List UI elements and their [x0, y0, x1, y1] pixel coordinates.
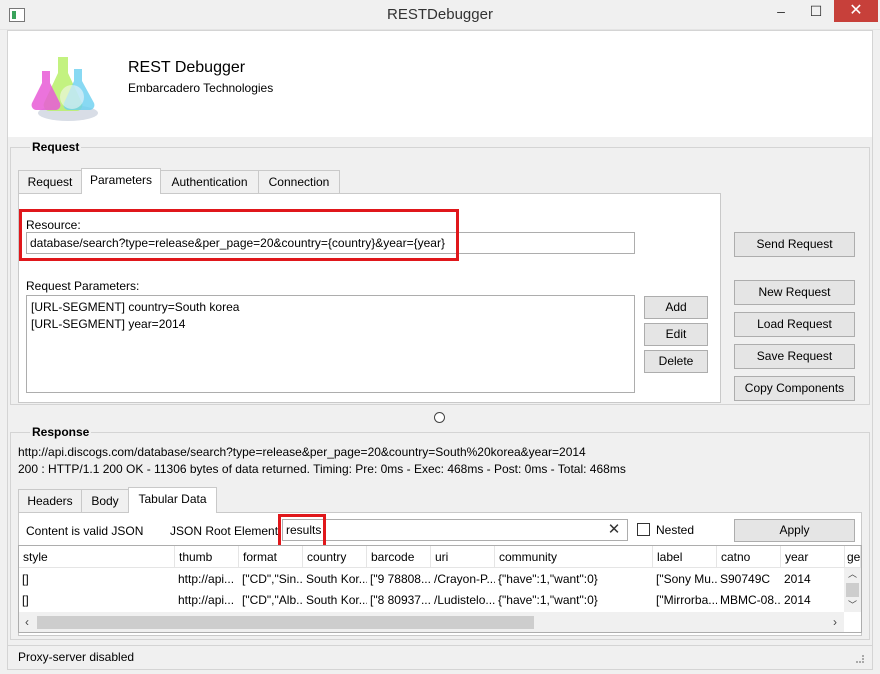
tab-tabular-data[interactable]: Tabular Data [128, 487, 217, 513]
save-request-button[interactable]: Save Request [734, 344, 855, 369]
maximize-button[interactable]: ☐ [799, 0, 833, 22]
apply-button[interactable]: Apply [734, 519, 855, 542]
delete-parameter-button[interactable]: Delete [644, 350, 708, 373]
table-cell: http://api... [178, 572, 235, 586]
vertical-scroll-thumb[interactable] [846, 583, 859, 597]
tab-headers[interactable]: Headers [18, 489, 82, 513]
add-parameter-button[interactable]: Add [644, 296, 708, 319]
scroll-left-icon[interactable]: ‹ [19, 613, 35, 631]
table-cell: 2014 [784, 593, 811, 607]
column-header-country[interactable]: country [303, 546, 367, 568]
table-cell: ["CD","Alb... [242, 593, 303, 607]
column-header-year[interactable]: year [781, 546, 845, 568]
json-root-label: JSON Root Element: [170, 524, 282, 538]
table-row[interactable]: [] http://api... ["CD","Sin... South Kor… [19, 568, 844, 589]
response-group-title: Response [30, 425, 92, 439]
table-cell: ["Sony Mu... [656, 572, 717, 586]
column-header-community[interactable]: community [495, 546, 653, 568]
scroll-right-icon[interactable]: › [827, 613, 843, 631]
table-cell: ["Mirrorba... [656, 593, 717, 607]
json-root-input[interactable]: results [282, 519, 628, 541]
send-request-button[interactable]: Send Request [734, 232, 855, 257]
load-request-button[interactable]: Load Request [734, 312, 855, 337]
column-header-format[interactable]: format [239, 546, 303, 568]
app-name: REST Debugger [128, 59, 246, 76]
tab-parameters[interactable]: Parameters [81, 168, 161, 194]
resize-grip-icon[interactable] [856, 655, 864, 663]
new-request-button[interactable]: New Request [734, 280, 855, 305]
table-cell: http://api... [178, 593, 235, 607]
close-button[interactable]: ✕ [834, 0, 878, 22]
table-cell: ["8 80937... [370, 593, 431, 607]
status-bar [8, 645, 872, 669]
scroll-up-icon[interactable]: ︿ [844, 567, 861, 581]
table-cell: [] [22, 593, 29, 607]
json-root-highlight-box [278, 514, 326, 548]
column-header-genre[interactable]: ge [845, 546, 861, 568]
table-cell: [] [22, 572, 29, 586]
tab-connection[interactable]: Connection [258, 170, 340, 194]
copy-components-button[interactable]: Copy Components [734, 376, 855, 401]
column-header-uri[interactable]: uri [431, 546, 495, 568]
resource-highlight-box [19, 209, 459, 261]
request-group-title: Request [30, 140, 82, 154]
response-url: http://api.discogs.com/database/search?t… [18, 445, 586, 459]
tab-authentication[interactable]: Authentication [160, 170, 259, 194]
column-header-thumb[interactable]: thumb [175, 546, 239, 568]
table-cell: /Crayon-P... [434, 572, 495, 586]
table-cell: {"have":1,"want":0} [498, 593, 598, 607]
column-header-barcode[interactable]: barcode [367, 546, 431, 568]
nested-checkbox[interactable] [637, 523, 650, 536]
tab-body[interactable]: Body [81, 489, 129, 513]
table-cell: ["9 78808... [370, 572, 431, 586]
table-row[interactable]: [] http://api... ["CD","Alb... South Kor… [19, 589, 844, 610]
request-parameters-label: Request Parameters: [26, 279, 140, 293]
scroll-down-icon[interactable]: ﹀ [844, 598, 861, 612]
table-cell: MBMC-08... [720, 593, 781, 607]
parameter-item[interactable]: [URL-SEGMENT] country=South korea [27, 296, 634, 315]
table-cell: S90749C [720, 572, 771, 586]
edit-parameter-button[interactable]: Edit [644, 323, 708, 346]
splitter-handle[interactable] [434, 412, 445, 423]
table-cell: 2014 [784, 572, 811, 586]
table-cell: {"have":1,"want":0} [498, 572, 598, 586]
request-parameters-list[interactable]: [URL-SEGMENT] country=South korea [URL-S… [26, 295, 635, 393]
table-cell: /Ludistelo... [434, 593, 495, 607]
column-header-label[interactable]: label [653, 546, 717, 568]
nested-label: Nested [656, 523, 695, 537]
column-header-catno[interactable]: catno [717, 546, 781, 568]
column-header-style[interactable]: style [19, 546, 175, 568]
parameter-item[interactable]: [URL-SEGMENT] year=2014 [27, 315, 634, 334]
response-status: 200 : HTTP/1.1 200 OK - 11306 bytes of d… [18, 462, 626, 476]
minimize-button[interactable]: – [764, 0, 798, 22]
valid-json-label: Content is valid JSON [26, 524, 144, 538]
clear-icon[interactable]: ✕ [606, 520, 622, 540]
table-cell: South Kor... [306, 572, 367, 586]
rest-debugger-logo-icon [31, 57, 98, 121]
table-cell: ["CD","Sin... [242, 572, 303, 586]
tab-request[interactable]: Request [18, 170, 82, 194]
status-text: Proxy-server disabled [18, 650, 135, 664]
horizontal-scroll-thumb[interactable] [37, 616, 534, 629]
window-title: RESTDebugger [387, 6, 493, 23]
company-name: Embarcadero Technologies [128, 81, 274, 95]
table-cell: South Kor... [306, 593, 367, 607]
